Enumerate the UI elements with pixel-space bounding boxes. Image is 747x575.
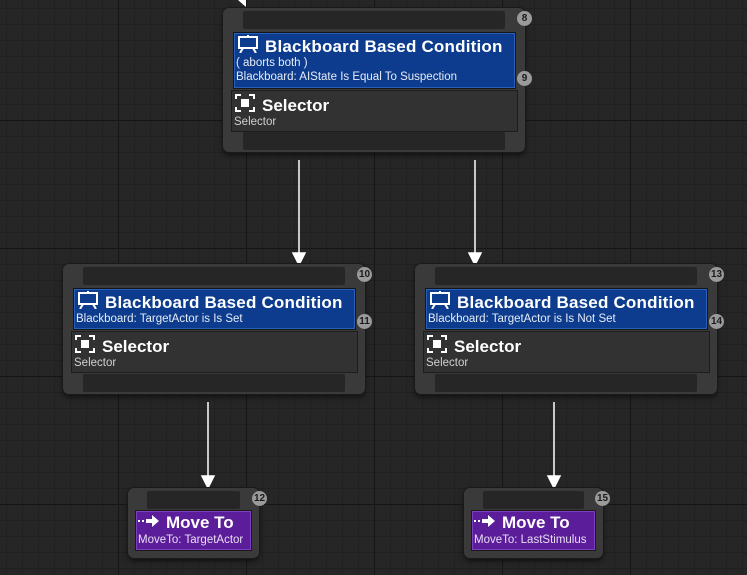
blackboard-icon <box>237 35 259 58</box>
composite-title: Selector <box>102 336 170 356</box>
right-selector-node[interactable]: 13 Blackboard Based Condition Blackboard… <box>415 264 724 394</box>
decorator-description: Blackboard: TargetActor is Is Set <box>76 313 243 325</box>
decorator-title: Blackboard Based Condition <box>457 292 695 312</box>
input-pin[interactable] <box>435 267 697 285</box>
execution-index-badge: 8 <box>517 11 532 26</box>
root-node[interactable]: 8 Blackboard Based Condition ( aborts bo… <box>223 8 532 152</box>
task-subtitle: MoveTo: TargetActor <box>138 534 244 546</box>
composite-selector[interactable]: Selector Selector <box>71 331 358 373</box>
selector-icon <box>426 334 448 359</box>
move-to-task-node[interactable]: 12 Move To MoveTo: TargetActor <box>128 488 267 558</box>
execution-index-badge: 10 <box>357 267 372 282</box>
move-to-icon <box>474 513 496 533</box>
decorator-title: Blackboard Based Condition <box>105 292 343 312</box>
task-title: Move To <box>502 513 570 532</box>
execution-index-badge: 15 <box>595 491 610 506</box>
input-pin[interactable] <box>483 491 584 509</box>
composite-title: Selector <box>262 95 330 115</box>
decorator-abort-mode: ( aborts both ) <box>236 57 308 69</box>
output-pin[interactable] <box>243 132 505 150</box>
input-pin[interactable] <box>147 491 240 509</box>
input-pin[interactable] <box>243 11 505 29</box>
composite-subtitle: Selector <box>234 116 277 128</box>
output-pin[interactable] <box>435 374 697 392</box>
task-title: Move To <box>166 513 234 532</box>
move-to-icon <box>138 513 160 533</box>
incoming-wire-arrow <box>238 0 246 7</box>
execution-index-badge: 12 <box>252 491 267 506</box>
blackboard-icon <box>429 291 451 314</box>
decorator-blackboard-condition[interactable]: Blackboard Based Condition ( aborts both… <box>233 32 516 89</box>
composite-selector[interactable]: Selector Selector <box>231 90 518 132</box>
task-move-to[interactable]: Move To MoveTo: LastStimulus <box>471 510 596 551</box>
composite-subtitle: Selector <box>74 357 117 369</box>
blackboard-icon <box>77 291 99 314</box>
decorator-description: Blackboard: TargetActor is Is Not Set <box>428 313 616 325</box>
execution-index-badge: 13 <box>709 267 724 282</box>
decorator-index-badge: 9 <box>517 71 532 86</box>
decorator-index-badge: 14 <box>709 314 724 329</box>
decorator-description: Blackboard: AIState Is Equal To Suspecti… <box>236 71 457 83</box>
composite-title: Selector <box>454 336 522 356</box>
decorator-blackboard-condition[interactable]: Blackboard Based Condition Blackboard: T… <box>73 288 356 330</box>
task-subtitle: MoveTo: LastStimulus <box>474 534 587 546</box>
output-pin[interactable] <box>83 374 345 392</box>
composite-selector[interactable]: Selector Selector <box>423 331 710 373</box>
decorator-blackboard-condition[interactable]: Blackboard Based Condition Blackboard: T… <box>425 288 708 330</box>
left-selector-node[interactable]: 10 Blackboard Based Condition Blackboard… <box>63 264 372 394</box>
input-pin[interactable] <box>83 267 345 285</box>
wire-arrow-right-task <box>546 475 562 490</box>
move-to-task-node[interactable]: 15 Move To MoveTo: LastStimulus <box>464 488 610 558</box>
decorator-index-badge: 11 <box>357 314 372 329</box>
wire-arrow-left-task <box>200 475 216 490</box>
composite-subtitle: Selector <box>426 357 469 369</box>
decorator-title: Blackboard Based Condition <box>265 36 503 56</box>
task-move-to[interactable]: Move To MoveTo: TargetActor <box>135 510 252 551</box>
selector-icon <box>74 334 96 359</box>
selector-icon <box>234 93 256 118</box>
